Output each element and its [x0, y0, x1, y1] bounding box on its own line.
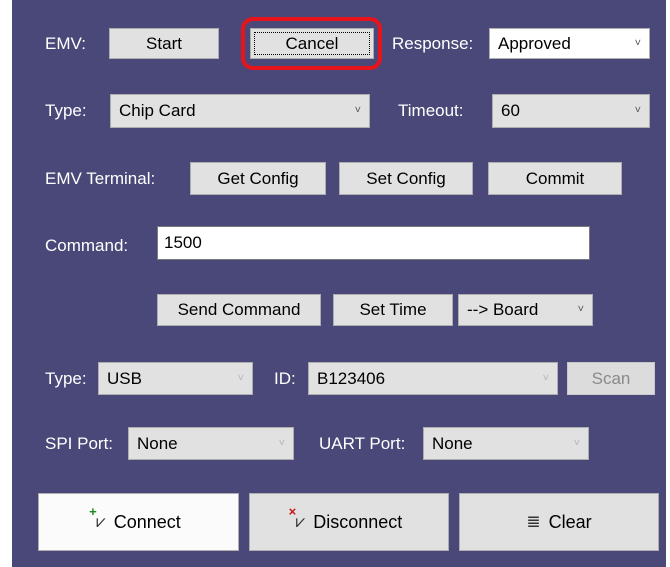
disconnect-button[interactable]: × ⩗ Disconnect — [249, 493, 449, 551]
timeout-value: 60 — [501, 101, 520, 120]
commit-button[interactable]: Commit — [488, 162, 622, 195]
connect-button[interactable]: + ⩗ Connect — [38, 493, 239, 551]
connect-label: Connect — [113, 511, 181, 532]
direction-select[interactable]: --> Board ˅ — [458, 294, 593, 326]
connection-type-select[interactable]: USB ˅ — [98, 362, 253, 395]
direction-value: --> Board — [467, 300, 539, 319]
chevron-down-icon: ˅ — [577, 303, 584, 316]
command-input[interactable]: 1500 — [157, 226, 590, 260]
chevron-down-icon: ˅ — [278, 436, 285, 449]
timeout-label: Timeout: — [398, 101, 464, 120]
disconnect-label: Disconnect — [313, 511, 403, 532]
clear-label: Clear — [548, 511, 592, 532]
chevron-down-icon: ˅ — [634, 36, 641, 49]
command-value: 1500 — [164, 233, 202, 252]
chevron-down-icon: ˅ — [542, 371, 549, 384]
set-config-button[interactable]: Set Config — [339, 162, 473, 195]
spi-port-value: None — [137, 433, 178, 453]
plug-x-icon: × ⩗ — [288, 504, 306, 531]
cancel-highlight-annotation — [241, 17, 382, 70]
emv-terminal-label: EMV Terminal: — [45, 169, 156, 188]
response-label: Response: — [392, 34, 474, 53]
chevron-down-icon: ˅ — [237, 371, 244, 384]
command-label: Command: — [45, 236, 129, 255]
emv-panel: EMV: Start Cancel Response: Approved ˅ T… — [12, 0, 666, 567]
card-type-value: Chip Card — [119, 101, 196, 120]
chevron-down-icon: ˅ — [573, 436, 580, 449]
device-id-select[interactable]: B123406 ˅ — [308, 362, 558, 395]
clear-list-icon: ≣ — [526, 512, 541, 531]
start-button[interactable]: Start — [109, 28, 219, 59]
send-command-button[interactable]: Send Command — [157, 294, 321, 326]
connection-type-label: Type: — [45, 369, 87, 388]
get-config-button[interactable]: Get Config — [190, 162, 326, 195]
clear-button[interactable]: ≣ Clear — [459, 493, 659, 551]
spi-port-select[interactable]: None ˅ — [128, 427, 294, 460]
spi-port-label: SPI Port: — [45, 434, 114, 453]
plug-plus-icon: + ⩗ — [89, 504, 106, 531]
timeout-select[interactable]: 60 ˅ — [492, 94, 650, 128]
type-label: Type: — [45, 101, 87, 120]
uart-port-value: None — [432, 433, 473, 453]
emv-label: EMV: — [45, 34, 86, 53]
device-id-value: B123406 — [317, 368, 386, 388]
response-select[interactable]: Approved ˅ — [489, 28, 650, 59]
chevron-down-icon: ˅ — [634, 104, 641, 117]
connection-type-value: USB — [107, 368, 142, 388]
uart-port-select[interactable]: None ˅ — [423, 427, 589, 460]
device-id-label: ID: — [274, 369, 296, 388]
uart-port-label: UART Port: — [319, 434, 406, 453]
response-value: Approved — [498, 33, 571, 53]
set-time-button[interactable]: Set Time — [333, 294, 453, 326]
scan-button[interactable]: Scan — [567, 362, 655, 395]
card-type-select[interactable]: Chip Card ˅ — [110, 94, 370, 128]
chevron-down-icon: ˅ — [354, 104, 361, 117]
